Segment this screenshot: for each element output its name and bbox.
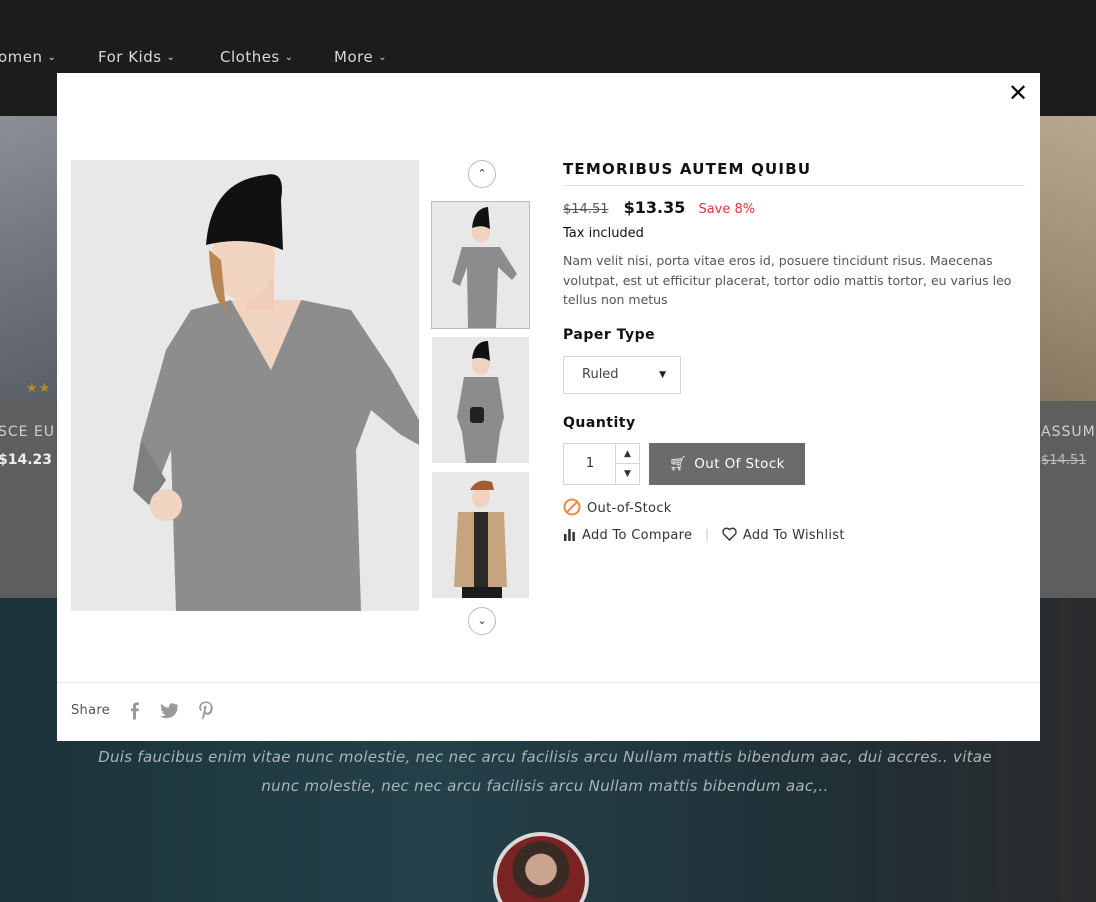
share-bar: Share — [71, 700, 214, 724]
add-to-wishlist-link[interactable]: Add To Wishlist — [722, 527, 845, 543]
background-product-price-left: $14.23 — [0, 452, 53, 468]
pinterest-icon[interactable] — [198, 701, 214, 720]
paper-type-select[interactable]: Ruled ▼ — [563, 355, 681, 394]
nav-item-women[interactable]: omen ⌄ — [0, 48, 56, 66]
background-product-image-right — [1038, 116, 1096, 401]
rating-stars: ★★ — [26, 381, 52, 396]
quantity-input[interactable] — [564, 443, 616, 484]
avatar — [493, 832, 589, 902]
quick-view-modal: ✕ ⌃ ⌄ TEMORIBUS AUTEM QUIBU $14.51 $13.3… — [57, 73, 1040, 741]
thumbnail-column: ⌃ ⌄ — [431, 160, 532, 635]
nav-item-more[interactable]: More ⌄ — [334, 48, 387, 66]
divider: | — [704, 527, 710, 543]
thumbnail-1[interactable] — [431, 201, 530, 329]
stock-status: Out-of-Stock — [563, 498, 1025, 518]
decrement-icon[interactable]: ▼ — [615, 463, 639, 484]
discount-badge: Save 8% — [698, 202, 756, 217]
heart-icon — [722, 527, 737, 541]
cart-icon: 🛒︎ — [669, 455, 688, 472]
background-product-price-right: $14.51 — [1041, 453, 1087, 468]
out-of-stock-icon — [563, 498, 581, 515]
product-main-image — [71, 160, 419, 611]
paper-type-label: Paper Type — [563, 326, 656, 343]
increment-icon[interactable]: ▲ — [615, 443, 639, 464]
share-label: Share — [71, 703, 111, 718]
facebook-icon[interactable] — [129, 702, 141, 720]
nav-item-for-kids[interactable]: For Kids ⌄ — [98, 48, 175, 66]
quantity-stepper: ▲ ▼ — [563, 442, 640, 485]
old-price: $14.51 — [563, 202, 609, 217]
product-title: TEMORIBUS AUTEM QUIBU — [563, 160, 1025, 186]
current-price: $13.35 — [623, 198, 686, 217]
product-info: TEMORIBUS AUTEM QUIBU $14.51 $13.35 Save… — [563, 160, 1025, 543]
thumbnail-2[interactable] — [432, 337, 529, 463]
thumbnail-3[interactable] — [432, 472, 529, 598]
caret-down-icon: ▼ — [659, 369, 666, 380]
product-actions: Add To Compare | Add To Wishlist — [563, 527, 1025, 543]
add-to-cart-button[interactable]: 🛒︎ Out Of Stock — [649, 442, 805, 485]
quantity-row: ▲ ▼ 🛒︎ Out Of Stock — [563, 442, 1025, 485]
nav-item-clothes[interactable]: Clothes ⌄ — [220, 48, 294, 66]
twitter-icon[interactable] — [160, 702, 179, 719]
add-to-cart-label: Out Of Stock — [694, 455, 785, 472]
price-row: $14.51 $13.35 Save 8% — [563, 198, 1025, 218]
quantity-label: Quantity — [563, 414, 636, 431]
product-description: Nam velit nisi, porta vitae eros id, pos… — [563, 253, 1012, 307]
testimonial-quote: Duis faucibus enim vitae nunc molestie, … — [98, 748, 992, 795]
chevron-down-icon[interactable]: ⌄ — [468, 607, 496, 635]
add-to-compare-link[interactable]: Add To Compare — [563, 528, 697, 543]
stock-status-text: Out-of-Stock — [587, 500, 672, 516]
tax-note: Tax included — [563, 226, 644, 241]
background-product-title-right: ASSUME — [1041, 424, 1096, 440]
modal-footer-divider — [57, 682, 1040, 683]
background-product-title-left: SCE EU I — [0, 424, 66, 440]
compare-icon — [564, 528, 575, 541]
paper-type-value: Ruled — [582, 366, 619, 382]
chevron-up-icon[interactable]: ⌃ — [468, 160, 496, 188]
close-icon[interactable]: ✕ — [1006, 81, 1030, 105]
background-product-image-left — [0, 116, 58, 401]
